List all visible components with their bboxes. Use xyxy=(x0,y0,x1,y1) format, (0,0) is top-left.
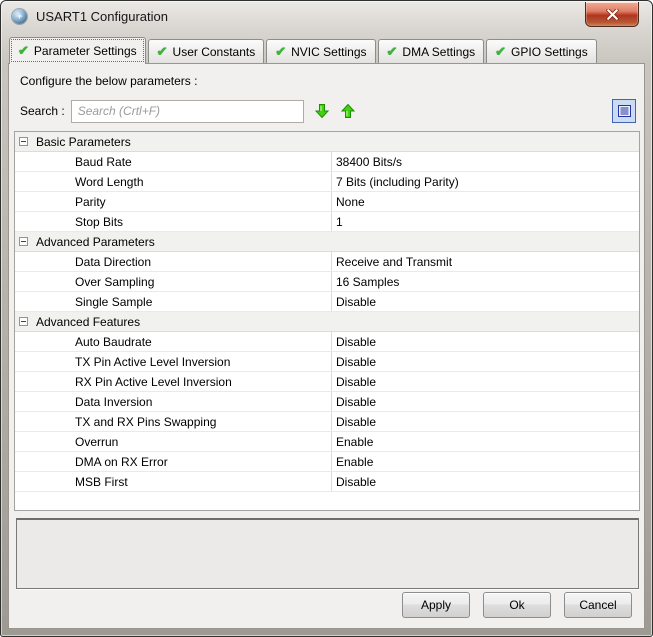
table-row[interactable]: Auto BaudrateDisable xyxy=(15,332,639,352)
table-row[interactable]: OverrunEnable xyxy=(15,432,639,452)
table-row[interactable]: Single SampleDisable xyxy=(15,292,639,312)
param-name: Auto Baudrate xyxy=(15,335,331,349)
param-name: MSB First xyxy=(15,475,331,489)
dialog-body: ✔ Parameter Settings ✔ User Constants ✔ NVIC … xyxy=(8,31,645,629)
param-name: Data Direction xyxy=(15,255,331,269)
check-icon: ✔ xyxy=(495,44,506,60)
param-value[interactable]: Disable xyxy=(331,352,639,371)
table-row[interactable]: TX Pin Active Level InversionDisable xyxy=(15,352,639,372)
check-icon: ✔ xyxy=(387,44,398,60)
table-row[interactable]: ParityNone xyxy=(15,192,639,212)
param-value[interactable]: None xyxy=(331,192,639,211)
titlebar[interactable]: USART1 Configuration xyxy=(1,1,652,31)
table-row[interactable]: MSB FirstDisable xyxy=(15,472,639,492)
param-value[interactable]: 38400 Bits/s xyxy=(331,152,639,171)
param-value[interactable]: Disable xyxy=(331,372,639,391)
minus-glyph xyxy=(21,321,26,322)
param-name: Single Sample xyxy=(15,295,331,309)
arrow-down-icon xyxy=(314,103,330,119)
tab-label: Parameter Settings xyxy=(34,44,137,58)
param-name: Parity xyxy=(15,195,331,209)
section-title: Basic Parameters xyxy=(36,135,131,149)
param-name: TX and RX Pins Swapping xyxy=(15,415,331,429)
collapse-minus-icon[interactable] xyxy=(19,317,28,326)
section-row-basic-parameters[interactable]: Basic Parameters xyxy=(15,132,639,152)
tab-gpio-settings[interactable]: ✔ GPIO Settings xyxy=(486,39,597,63)
column-view-button[interactable] xyxy=(612,99,636,123)
table-row[interactable]: Data DirectionReceive and Transmit xyxy=(15,252,639,272)
close-icon xyxy=(606,9,619,20)
param-value[interactable]: Disable xyxy=(331,412,639,431)
table-row[interactable]: Stop Bits1 xyxy=(15,212,639,232)
apply-button[interactable]: Apply xyxy=(402,592,470,618)
instruction-text: Configure the below parameters : xyxy=(20,74,641,88)
table-row[interactable]: TX and RX Pins SwappingDisable xyxy=(15,412,639,432)
section-title: Advanced Parameters xyxy=(36,235,155,249)
param-value[interactable]: Disable xyxy=(331,392,639,411)
arrow-up-icon xyxy=(340,103,356,119)
minus-glyph xyxy=(21,141,26,142)
search-previous-button[interactable] xyxy=(340,103,356,119)
tab-nvic-settings[interactable]: ✔ NVIC Settings xyxy=(266,39,375,63)
button-row: Apply Ok Cancel xyxy=(12,592,641,628)
param-name: DMA on RX Error xyxy=(15,455,331,469)
check-icon: ✔ xyxy=(157,44,168,60)
table-row[interactable]: Over Sampling16 Samples xyxy=(15,272,639,292)
collapse-minus-icon[interactable] xyxy=(19,237,28,246)
app-icon xyxy=(12,9,27,24)
usart1-configuration-window: USART1 Configuration ✔ Parameter Settings… xyxy=(0,0,653,637)
table-empty-area xyxy=(15,492,639,510)
section-title: Advanced Features xyxy=(36,315,140,329)
param-name: RX Pin Active Level Inversion xyxy=(15,375,331,389)
collapse-minus-icon[interactable] xyxy=(19,137,28,146)
tab-parameter-settings[interactable]: ✔ Parameter Settings xyxy=(9,37,146,64)
search-next-button[interactable] xyxy=(314,103,330,119)
param-value[interactable]: Disable xyxy=(331,332,639,351)
close-button[interactable] xyxy=(585,2,639,27)
param-name: Overrun xyxy=(15,435,331,449)
search-row: Search : xyxy=(20,98,636,124)
cancel-button[interactable]: Cancel xyxy=(564,592,632,618)
tab-strip: ✔ Parameter Settings ✔ User Constants ✔ NVIC … xyxy=(8,31,645,63)
tab-dma-settings[interactable]: ✔ DMA Settings xyxy=(378,39,485,63)
param-name: Over Sampling xyxy=(15,275,331,289)
section-row-advanced-features[interactable]: Advanced Features xyxy=(15,312,639,332)
table-row[interactable]: RX Pin Active Level InversionDisable xyxy=(15,372,639,392)
param-name: Data Inversion xyxy=(15,395,331,409)
param-name: Word Length xyxy=(15,175,331,189)
list-view-icon xyxy=(617,104,632,118)
search-input[interactable] xyxy=(71,100,304,123)
table-row[interactable]: Baud Rate38400 Bits/s xyxy=(15,152,639,172)
minus-glyph xyxy=(21,241,26,242)
check-icon: ✔ xyxy=(275,44,286,60)
tab-label: NVIC Settings xyxy=(291,45,366,59)
ok-button[interactable]: Ok xyxy=(483,592,551,618)
parameters-table: Basic ParametersBaud Rate38400 Bits/sWor… xyxy=(14,131,640,511)
table-row[interactable]: DMA on RX ErrorEnable xyxy=(15,452,639,472)
param-value[interactable]: 1 xyxy=(331,212,639,231)
tab-label: User Constants xyxy=(173,45,256,59)
table-row[interactable]: Word Length7 Bits (including Parity) xyxy=(15,172,639,192)
param-value[interactable]: Disable xyxy=(331,472,639,491)
param-name: TX Pin Active Level Inversion xyxy=(15,355,331,369)
tab-label: GPIO Settings xyxy=(511,45,588,59)
search-label: Search : xyxy=(20,104,65,118)
param-value[interactable]: 7 Bits (including Parity) xyxy=(331,172,639,191)
description-panel xyxy=(16,518,639,589)
param-name: Baud Rate xyxy=(15,155,331,169)
param-value[interactable]: Enable xyxy=(331,432,639,451)
param-value[interactable]: Enable xyxy=(331,452,639,471)
param-value[interactable]: Receive and Transmit xyxy=(331,252,639,271)
tab-user-constants[interactable]: ✔ User Constants xyxy=(148,39,265,63)
parameter-settings-panel: Configure the below parameters : Search … xyxy=(8,63,645,629)
table-row[interactable]: Data InversionDisable xyxy=(15,392,639,412)
section-row-advanced-parameters[interactable]: Advanced Parameters xyxy=(15,232,639,252)
param-value[interactable]: Disable xyxy=(331,292,639,311)
check-icon: ✔ xyxy=(18,43,29,59)
tab-label: DMA Settings xyxy=(402,45,475,59)
window-title: USART1 Configuration xyxy=(36,9,168,24)
param-name: Stop Bits xyxy=(15,215,331,229)
param-value[interactable]: 16 Samples xyxy=(331,272,639,291)
